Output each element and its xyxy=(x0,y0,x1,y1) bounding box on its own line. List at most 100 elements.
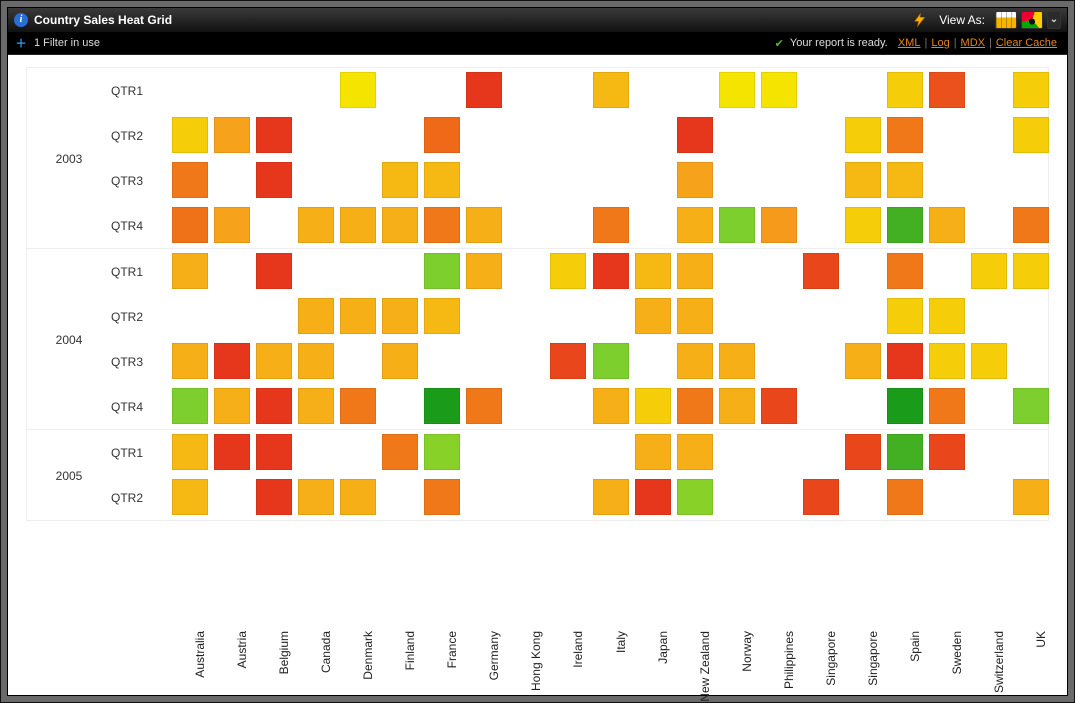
heat-cell[interactable] xyxy=(677,479,713,515)
heat-cell[interactable] xyxy=(382,162,418,198)
heat-cell[interactable] xyxy=(677,343,713,379)
heat-cell[interactable] xyxy=(256,479,292,515)
heat-cell[interactable] xyxy=(719,343,755,379)
heat-cell[interactable] xyxy=(424,253,460,289)
heat-cell[interactable] xyxy=(214,207,250,243)
heat-cell[interactable] xyxy=(677,388,713,424)
heat-cell[interactable] xyxy=(382,298,418,334)
heat-cell[interactable] xyxy=(172,343,208,379)
heat-cell[interactable] xyxy=(256,434,292,470)
heat-cell[interactable] xyxy=(887,162,923,198)
heat-cell[interactable] xyxy=(256,343,292,379)
heat-cell[interactable] xyxy=(593,343,629,379)
heat-cell[interactable] xyxy=(424,388,460,424)
heat-cell[interactable] xyxy=(929,207,965,243)
heat-cell[interactable] xyxy=(803,253,839,289)
heat-cell[interactable] xyxy=(635,298,671,334)
heat-cell[interactable] xyxy=(593,388,629,424)
heat-cell[interactable] xyxy=(298,479,334,515)
heat-cell[interactable] xyxy=(172,434,208,470)
info-icon[interactable]: i xyxy=(14,13,28,27)
heat-cell[interactable] xyxy=(593,479,629,515)
heat-cell[interactable] xyxy=(887,388,923,424)
heat-cell[interactable] xyxy=(761,72,797,108)
heat-cell[interactable] xyxy=(172,388,208,424)
heat-cell[interactable] xyxy=(466,253,502,289)
heat-cell[interactable] xyxy=(635,388,671,424)
heat-cell[interactable] xyxy=(298,298,334,334)
heat-cell[interactable] xyxy=(214,117,250,153)
heat-cell[interactable] xyxy=(256,388,292,424)
heat-cell[interactable] xyxy=(172,207,208,243)
view-as-dropdown-icon[interactable]: ⌄ xyxy=(1047,11,1061,29)
heat-cell[interactable] xyxy=(1013,117,1049,153)
heat-cell[interactable] xyxy=(929,434,965,470)
heat-cell[interactable] xyxy=(466,207,502,243)
heat-cell[interactable] xyxy=(340,388,376,424)
heat-cell[interactable] xyxy=(845,117,881,153)
heat-cell[interactable] xyxy=(424,434,460,470)
heat-cell[interactable] xyxy=(256,117,292,153)
heat-cell[interactable] xyxy=(340,298,376,334)
heat-cell[interactable] xyxy=(298,343,334,379)
heat-cell[interactable] xyxy=(635,434,671,470)
heat-cell[interactable] xyxy=(677,298,713,334)
heat-cell[interactable] xyxy=(214,343,250,379)
lightning-icon[interactable] xyxy=(911,12,929,28)
heat-cell[interactable] xyxy=(1013,72,1049,108)
heat-cell[interactable] xyxy=(172,117,208,153)
heat-cell[interactable] xyxy=(172,479,208,515)
heat-cell[interactable] xyxy=(382,207,418,243)
heat-cell[interactable] xyxy=(887,343,923,379)
heat-cell[interactable] xyxy=(1013,479,1049,515)
heat-cell[interactable] xyxy=(887,479,923,515)
heat-cell[interactable] xyxy=(887,117,923,153)
heat-cell[interactable] xyxy=(887,207,923,243)
heat-cell[interactable] xyxy=(340,479,376,515)
add-filter-icon[interactable]: ＋ xyxy=(14,36,28,50)
heat-cell[interactable] xyxy=(1013,388,1049,424)
heat-cell[interactable] xyxy=(172,253,208,289)
heat-cell[interactable] xyxy=(677,162,713,198)
heat-cell[interactable] xyxy=(929,298,965,334)
heat-cell[interactable] xyxy=(466,388,502,424)
heat-cell[interactable] xyxy=(635,253,671,289)
heat-cell[interactable] xyxy=(382,343,418,379)
heat-cell[interactable] xyxy=(550,343,586,379)
heat-cell[interactable] xyxy=(677,207,713,243)
heat-cell[interactable] xyxy=(340,72,376,108)
heat-cell[interactable] xyxy=(1013,253,1049,289)
heat-cell[interactable] xyxy=(719,207,755,243)
heat-cell[interactable] xyxy=(761,388,797,424)
view-as-gauge-icon[interactable] xyxy=(1021,11,1043,29)
heat-cell[interactable] xyxy=(593,207,629,243)
heat-cell[interactable] xyxy=(845,434,881,470)
heat-cell[interactable] xyxy=(761,207,797,243)
heat-cell[interactable] xyxy=(887,253,923,289)
heat-cell[interactable] xyxy=(424,298,460,334)
heat-cell[interactable] xyxy=(845,343,881,379)
heat-cell[interactable] xyxy=(887,298,923,334)
heat-cell[interactable] xyxy=(382,434,418,470)
view-as-table-icon[interactable] xyxy=(995,11,1017,29)
heat-cell[interactable] xyxy=(298,388,334,424)
heat-cell[interactable] xyxy=(677,117,713,153)
heat-cell[interactable] xyxy=(466,72,502,108)
link-log[interactable]: Log xyxy=(931,37,949,49)
heat-cell[interactable] xyxy=(298,207,334,243)
heat-cell[interactable] xyxy=(214,434,250,470)
heat-cell[interactable] xyxy=(593,253,629,289)
heat-cell[interactable] xyxy=(887,434,923,470)
heat-cell[interactable] xyxy=(929,388,965,424)
heat-cell[interactable] xyxy=(929,343,965,379)
heat-cell[interactable] xyxy=(256,162,292,198)
heat-cell[interactable] xyxy=(719,72,755,108)
heat-cell[interactable] xyxy=(845,207,881,243)
link-clear-cache[interactable]: Clear Cache xyxy=(996,37,1057,49)
heat-cell[interactable] xyxy=(803,479,839,515)
heat-cell[interactable] xyxy=(887,72,923,108)
heat-cell[interactable] xyxy=(677,253,713,289)
heat-cell[interactable] xyxy=(929,72,965,108)
heat-cell[interactable] xyxy=(214,388,250,424)
heat-cell[interactable] xyxy=(256,253,292,289)
